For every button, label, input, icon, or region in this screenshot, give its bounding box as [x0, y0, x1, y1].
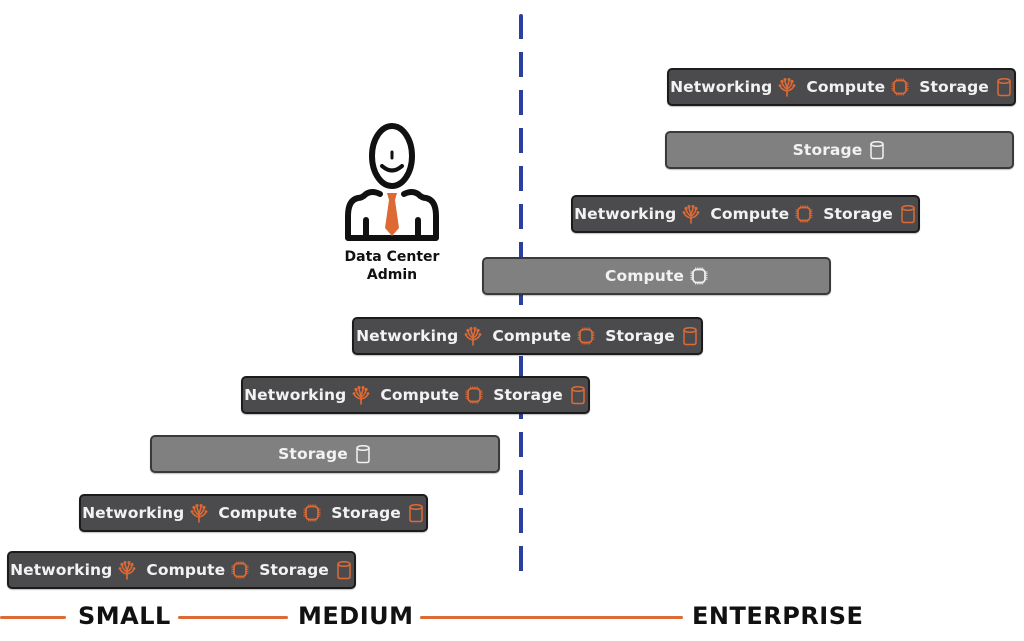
bar-label-storage: Storage	[605, 327, 675, 345]
bar-label-networking: Networking	[82, 504, 185, 522]
network-icon	[118, 560, 136, 580]
tier-bar: Storage	[150, 435, 500, 473]
bar-label-compute: Compute	[218, 504, 298, 522]
data-center-admin: Data Center Admin	[330, 120, 454, 284]
tier-bar: Networking Compute Storage	[79, 494, 428, 532]
bar-label-storage: Storage	[493, 386, 563, 404]
database-icon	[335, 560, 353, 580]
bar-label-networking: Networking	[10, 561, 113, 579]
chip-icon	[891, 77, 909, 97]
bar-label-compute: Compute	[710, 205, 790, 223]
chip-icon	[690, 266, 708, 286]
person-with-tie-icon	[345, 123, 439, 241]
network-icon	[190, 503, 208, 523]
network-icon	[352, 385, 370, 405]
chip-icon	[577, 326, 595, 346]
network-icon	[682, 204, 700, 224]
chip-icon	[231, 560, 249, 580]
bar-label-compute: Compute	[380, 386, 460, 404]
bar-label-storage: Storage	[823, 205, 893, 223]
tier-bar: Networking Compute Storage	[241, 376, 590, 414]
network-icon	[464, 326, 482, 346]
bar-label-storage: Storage	[331, 504, 401, 522]
bar-label-networking: Networking	[244, 386, 347, 404]
scale-line-segment	[178, 616, 288, 619]
tier-bar: Networking Compute Storage	[571, 195, 920, 233]
database-icon	[899, 204, 917, 224]
tier-bar: Networking Compute Storage	[667, 68, 1016, 106]
database-icon	[681, 326, 699, 346]
tier-bar: Networking Compute Storage	[352, 317, 703, 355]
bar-label-storage: Storage	[259, 561, 329, 579]
scale-line-segment	[0, 616, 66, 619]
bar-label-networking: Networking	[574, 205, 677, 223]
bar-label-compute: Compute	[605, 267, 684, 285]
bar-label-storage: Storage	[919, 78, 989, 96]
tier-bar: Storage	[665, 131, 1014, 169]
chip-icon	[303, 503, 321, 523]
database-icon	[995, 77, 1013, 97]
bar-label-networking: Networking	[670, 78, 773, 96]
tier-bar: Compute	[482, 257, 831, 295]
bar-label-storage: Storage	[278, 445, 348, 463]
scale-label-enterprise: ENTERPRISE	[692, 602, 864, 630]
bar-label-networking: Networking	[356, 327, 459, 345]
database-icon	[354, 444, 372, 464]
bar-label-compute: Compute	[806, 78, 886, 96]
database-icon	[569, 385, 587, 405]
scale-line-segment	[420, 616, 683, 619]
bar-label-compute: Compute	[146, 561, 226, 579]
admin-caption-line2: Admin	[366, 267, 418, 283]
database-icon	[407, 503, 425, 523]
admin-caption-line1: Data Center	[344, 249, 440, 265]
scale-label-small: SMALL	[78, 602, 171, 630]
tier-bar: Networking Compute Storage	[7, 551, 356, 589]
bar-label-storage: Storage	[792, 141, 863, 159]
network-icon	[778, 77, 796, 97]
scale-label-medium: MEDIUM	[298, 602, 414, 630]
database-icon	[868, 140, 886, 160]
small-enterprise-divider	[519, 14, 523, 582]
chip-icon	[465, 385, 483, 405]
chip-icon	[795, 204, 813, 224]
bar-label-compute: Compute	[492, 327, 572, 345]
